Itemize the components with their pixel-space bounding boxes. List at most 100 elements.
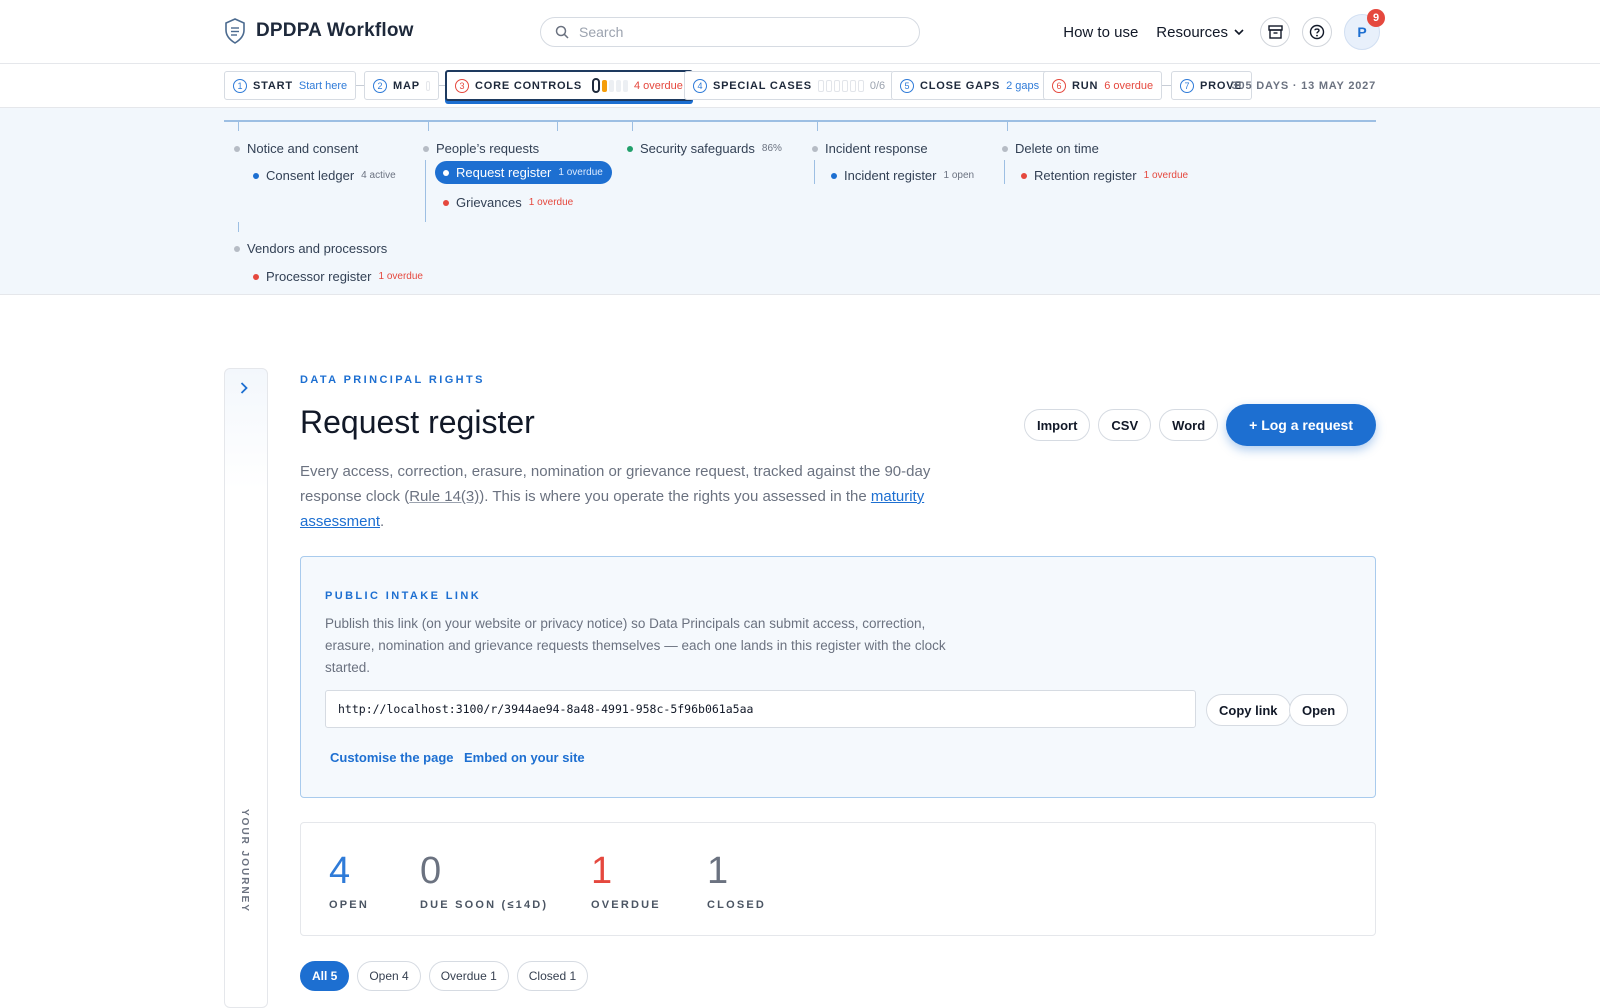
search-box[interactable] — [540, 17, 920, 47]
stat-value: 4 — [329, 850, 351, 892]
step-label: CORE CONTROLS — [475, 79, 582, 92]
step-start[interactable]: 1 START Start here — [224, 71, 357, 100]
chevron-down-icon — [1234, 29, 1244, 36]
status-dot — [234, 245, 240, 252]
filter-overdue[interactable]: Overdue 1 — [428, 961, 509, 991]
open-link-button[interactable]: Open — [1289, 694, 1349, 726]
stat-label: OVERDUE — [591, 899, 661, 911]
journey-label: YOUR JOURNEY — [239, 809, 250, 914]
tree-branch-line — [814, 160, 815, 184]
resources-label: Resources — [1156, 23, 1228, 41]
filter-chips: All 5 Open 4 Overdue 1 Closed 1 — [300, 961, 589, 991]
step-run[interactable]: 6 RUN 6 overdue — [1043, 71, 1163, 100]
tree-node-delete[interactable]: Delete on time — [1002, 141, 1099, 156]
filter-closed[interactable]: Closed 1 — [516, 961, 589, 991]
search-input[interactable] — [579, 24, 899, 40]
progress-cell — [615, 79, 621, 92]
copy-link-button[interactable]: Copy link — [1206, 694, 1291, 726]
tree-node-request-register[interactable]: Request register 1 overdue — [435, 161, 612, 184]
intake-url-field[interactable]: http://localhost:3100/r/3944ae94-8a48-49… — [325, 690, 1196, 728]
stat-overdue[interactable]: 1 OVERDUE — [591, 851, 661, 911]
help-button[interactable] — [1302, 17, 1332, 47]
node-label: Retention register — [1034, 168, 1137, 183]
node-label: Request register — [456, 165, 552, 180]
node-meta: 4 active — [361, 170, 396, 181]
progress-cell — [622, 79, 628, 92]
stat-value: 0 — [420, 850, 442, 892]
step-number: 2 — [373, 78, 387, 93]
intake-description: Publish this link (on your website or pr… — [325, 616, 946, 675]
app-title: DPDPA Workflow — [256, 20, 414, 41]
filter-all[interactable]: All 5 — [300, 961, 350, 991]
tree-branch-line — [1004, 160, 1005, 184]
desc-text: ). This is where you operate the rights … — [479, 488, 871, 505]
resources-menu[interactable]: Resources — [1156, 24, 1244, 41]
rule-reference-link[interactable]: Rule 14(3) — [409, 488, 479, 505]
tree-branch-line — [425, 160, 426, 222]
desc-text: . — [380, 513, 385, 530]
status-dot — [443, 199, 449, 206]
step-number: 7 — [1180, 78, 1194, 93]
user-avatar[interactable]: P 9 — [1344, 9, 1385, 50]
tree-node-notice[interactable]: Notice and consent — [234, 141, 358, 156]
deadline-countdown: 305 DAYS · 13 MAY 2027 — [1231, 80, 1376, 92]
step-number: 5 — [900, 78, 914, 93]
top-header: DPDPA Workflow How to use Resources P 9 — [0, 0, 1600, 64]
step-special-cases[interactable]: 4 SPECIAL CASES 0/6 — [684, 71, 895, 100]
step-map[interactable]: 2 MAP — [364, 71, 439, 100]
step-number: 3 — [455, 78, 469, 93]
page-actions: Import CSV Word + Log a request — [1023, 404, 1376, 446]
node-meta: 86% — [761, 143, 782, 154]
csv-button[interactable]: CSV — [1098, 409, 1152, 441]
header-nav: How to use Resources P 9 — [1063, 9, 1385, 50]
step-progress — [817, 79, 864, 92]
tree-node-people-requests[interactable]: People’s requests — [423, 141, 539, 156]
stat-due-soon[interactable]: 0 DUE SOON (≤14D) — [420, 851, 548, 911]
step-status: 2 gaps — [1006, 79, 1040, 92]
node-meta: 1 open — [943, 170, 975, 181]
tree-node-grievances[interactable]: Grievances 1 overdue — [443, 195, 573, 210]
step-close-gaps[interactable]: 5 CLOSE GAPS 2 gaps — [891, 71, 1049, 100]
tree-node-security[interactable]: Security safeguards 86% — [627, 141, 782, 156]
customise-page-link[interactable]: Customise the page — [330, 750, 454, 765]
section-eyebrow: DATA PRINCIPAL RIGHTS — [300, 374, 485, 386]
node-label: Grievances — [456, 195, 522, 210]
app-logo[interactable]: DPDPA Workflow — [224, 18, 414, 44]
node-meta: 1 overdue — [378, 271, 423, 282]
archive-icon — [1267, 25, 1283, 39]
archive-button[interactable] — [1260, 17, 1290, 47]
step-status: Start here — [298, 79, 348, 92]
status-dot — [253, 273, 259, 280]
log-request-button[interactable]: + Log a request — [1226, 404, 1376, 446]
step-number: 4 — [693, 78, 707, 93]
tree-tick — [632, 120, 633, 131]
tree-trunk-line — [224, 120, 1376, 122]
import-button[interactable]: Import — [1023, 409, 1091, 441]
tree-node-processor-register[interactable]: Processor register 1 overdue — [253, 269, 423, 284]
public-intake-card: PUBLIC INTAKE LINK Publish this link (on… — [300, 556, 1376, 798]
tree-node-retention-register[interactable]: Retention register 1 overdue — [1021, 168, 1188, 183]
tree-node-incident-register[interactable]: Incident register 1 open — [831, 168, 974, 183]
how-to-use-link[interactable]: How to use — [1063, 24, 1138, 41]
stat-closed[interactable]: 1 CLOSED — [707, 851, 766, 911]
node-label: Incident response — [825, 141, 928, 156]
embed-site-link[interactable]: Embed on your site — [464, 750, 585, 765]
node-meta: 1 overdue — [1143, 170, 1189, 181]
tree-node-vendors[interactable]: Vendors and processors — [234, 241, 387, 256]
filter-open[interactable]: Open 4 — [357, 961, 421, 991]
page-description: Every access, correction, erasure, nomin… — [300, 459, 970, 534]
shield-icon — [225, 18, 245, 44]
step-label: SPECIAL CASES — [713, 79, 812, 92]
node-label: Notice and consent — [247, 141, 359, 156]
help-icon — [1309, 24, 1325, 40]
word-button[interactable]: Word — [1159, 409, 1219, 441]
chevron-right-icon[interactable] — [240, 381, 248, 397]
status-dot — [1021, 172, 1027, 179]
journey-sidebar[interactable]: YOUR JOURNEY — [224, 368, 268, 1008]
step-core-controls[interactable]: 3 CORE CONTROLS 4 overdue — [445, 70, 693, 101]
tree-node-consent-ledger[interactable]: Consent ledger 4 active — [253, 168, 396, 183]
tree-node-incident[interactable]: Incident response — [812, 141, 928, 156]
step-label: MAP — [393, 79, 420, 92]
stat-open[interactable]: 4 OPEN — [329, 851, 369, 911]
step-label: START — [253, 79, 293, 92]
